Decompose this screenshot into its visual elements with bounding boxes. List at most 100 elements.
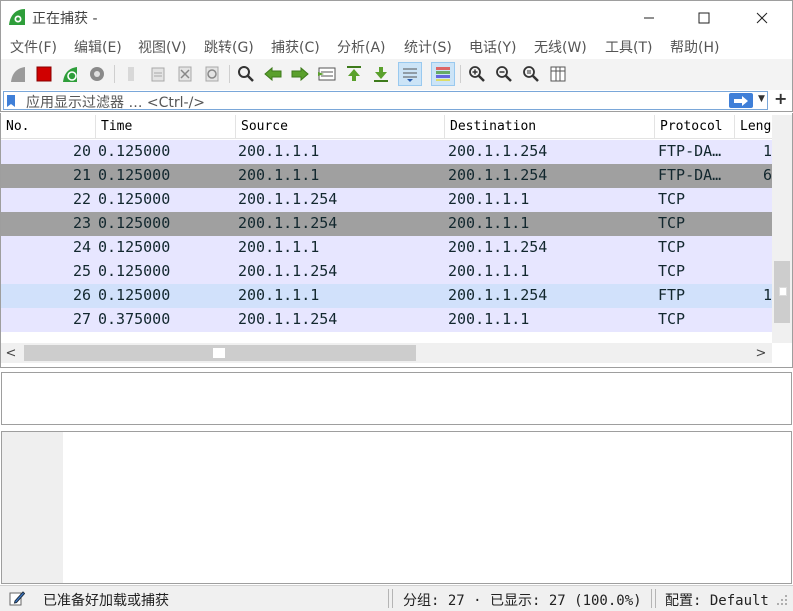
- packet-bytes-pane[interactable]: [1, 431, 792, 584]
- cell-source: 200.1.1.254: [238, 190, 338, 208]
- menu-go[interactable]: 跳转(G): [204, 37, 254, 57]
- go-to-last-button[interactable]: [369, 62, 393, 86]
- zoom-in-button[interactable]: [465, 62, 489, 86]
- cell-time: 0.125000: [98, 166, 171, 184]
- maximize-button[interactable]: [681, 1, 727, 35]
- column-source[interactable]: Source: [236, 115, 445, 139]
- cell-source: 200.1.1.254: [238, 310, 338, 328]
- display-filter-bar: 应用显示过滤器 … <Ctrl-/> ▼ +: [0, 89, 793, 112]
- table-row[interactable]: 22 0.125000 200.1.1.254 200.1.1.1 TCP: [1, 188, 772, 212]
- packet-details-pane[interactable]: [1, 372, 792, 425]
- column-protocol[interactable]: Protocol: [655, 115, 735, 139]
- cell-time: 0.125000: [98, 238, 171, 256]
- title-bar: 正在捕获 -: [0, 0, 793, 34]
- scroll-right-button[interactable]: >: [751, 343, 771, 363]
- minimize-button[interactable]: [626, 1, 672, 35]
- cell-destination: 200.1.1.254: [448, 142, 548, 160]
- add-filter-button[interactable]: +: [774, 89, 787, 108]
- go-back-button[interactable]: [261, 62, 285, 86]
- go-forward-icon: [291, 66, 309, 82]
- go-to-packet-button[interactable]: [315, 62, 339, 86]
- cell-protocol: TCP: [658, 238, 686, 256]
- packet-list-vertical-scrollbar[interactable]: [772, 115, 792, 343]
- bookmark-icon[interactable]: [6, 94, 16, 108]
- table-row[interactable]: 25 0.125000 200.1.1.254 200.1.1.1 TCP: [1, 260, 772, 284]
- auto-scroll-button[interactable]: [398, 62, 422, 86]
- column-no[interactable]: No.: [1, 115, 96, 139]
- cell-protocol: TCP: [658, 262, 686, 280]
- cell-source: 200.1.1.1: [238, 166, 320, 184]
- scroll-grip-icon: [779, 287, 787, 296]
- menu-capture[interactable]: 捕获(C): [271, 37, 320, 57]
- resize-columns-button[interactable]: [546, 62, 570, 86]
- cell-time: 0.125000: [98, 142, 171, 160]
- go-forward-button[interactable]: [288, 62, 312, 86]
- cell-length: 1: [762, 142, 772, 160]
- go-to-last-icon: [374, 67, 388, 82]
- zoom-out-button[interactable]: [492, 62, 516, 86]
- table-row[interactable]: 21 0.125000 200.1.1.1 200.1.1.254 FTP-DA…: [1, 164, 772, 188]
- column-destination[interactable]: Destination: [445, 115, 655, 139]
- go-back-icon: [264, 66, 282, 82]
- reload-file-button[interactable]: [200, 62, 224, 86]
- close-file-button[interactable]: [173, 62, 197, 86]
- resize-columns-icon: [550, 66, 566, 82]
- capture-options-button[interactable]: [85, 62, 109, 86]
- apply-filter-button[interactable]: [729, 93, 753, 108]
- start-capture-button[interactable]: [6, 62, 30, 86]
- save-file-button[interactable]: [146, 62, 170, 86]
- menu-help[interactable]: 帮助(H): [670, 37, 719, 57]
- open-file-button[interactable]: [119, 62, 143, 86]
- menu-wireless[interactable]: 无线(W): [534, 37, 587, 57]
- table-row[interactable]: 23 0.125000 200.1.1.254 200.1.1.1 TCP: [1, 212, 772, 236]
- packet-list-header: No. Time Source Destination Protocol Len…: [1, 115, 772, 139]
- status-profile[interactable]: 配置: Default: [665, 590, 769, 610]
- table-row[interactable]: 20 0.125000 200.1.1.1 200.1.1.254 FTP-DA…: [1, 140, 772, 164]
- horizontal-scroll-thumb[interactable]: [24, 345, 416, 361]
- display-filter-input[interactable]: 应用显示过滤器 … <Ctrl-/> ▼: [3, 91, 768, 111]
- scroll-left-button[interactable]: <: [1, 343, 21, 363]
- stop-capture-icon: [36, 66, 52, 82]
- status-bar: 已准备好加载或捕获 分组: 27 · 已显示: 27 (100.0%) 配置: …: [0, 585, 793, 611]
- close-button[interactable]: [739, 1, 785, 35]
- cell-no: 26: [72, 286, 91, 304]
- cell-source: 200.1.1.254: [238, 214, 338, 232]
- cell-length: 6: [762, 166, 772, 184]
- zoom-out-icon: [496, 66, 512, 82]
- table-row[interactable]: 27 0.375000 200.1.1.254 200.1.1.1 TCP: [1, 308, 772, 332]
- column-length[interactable]: Leng: [735, 115, 772, 139]
- cell-time: 0.125000: [98, 190, 171, 208]
- arrow-right-icon: [734, 95, 748, 106]
- chevron-down-icon[interactable]: ▼: [758, 94, 765, 104]
- menu-tools[interactable]: 工具(T): [605, 37, 652, 57]
- menu-bar: 文件(F) 编辑(E) 视图(V) 跳转(G) 捕获(C) 分析(A) 统计(S…: [0, 34, 793, 59]
- find-packet-button[interactable]: [234, 62, 258, 86]
- menu-statistics[interactable]: 统计(S): [404, 37, 452, 57]
- bytes-offset-gutter: [2, 432, 63, 583]
- cell-source: 200.1.1.1: [238, 286, 320, 304]
- cell-destination: 200.1.1.254: [448, 238, 548, 256]
- menu-file[interactable]: 文件(F): [10, 37, 57, 57]
- cell-destination: 200.1.1.254: [448, 286, 548, 304]
- table-row[interactable]: 24 0.125000 200.1.1.1 200.1.1.254 TCP: [1, 236, 772, 260]
- zoom-normal-button[interactable]: [519, 62, 543, 86]
- restart-capture-button[interactable]: [58, 62, 82, 86]
- go-to-first-button[interactable]: [342, 62, 366, 86]
- edit-comment-icon[interactable]: [9, 590, 25, 606]
- menu-view[interactable]: 视图(V): [138, 37, 187, 57]
- status-packet-count: 分组: 27 · 已显示: 27 (100.0%): [403, 593, 642, 609]
- menu-telephony[interactable]: 电话(Y): [469, 37, 516, 57]
- menu-analyze[interactable]: 分析(A): [337, 37, 386, 57]
- menu-edit[interactable]: 编辑(E): [74, 37, 122, 57]
- column-time[interactable]: Time: [96, 115, 236, 139]
- vertical-scroll-thumb[interactable]: [774, 261, 790, 323]
- colorize-button[interactable]: [431, 62, 455, 86]
- stop-capture-button[interactable]: [32, 62, 56, 86]
- cell-time: 0.125000: [98, 286, 171, 304]
- packet-list-horizontal-scrollbar[interactable]: < >: [1, 343, 772, 363]
- cell-source: 200.1.1.1: [238, 238, 320, 256]
- table-row[interactable]: 26 0.125000 200.1.1.1 200.1.1.254 FTP 1: [1, 284, 772, 308]
- resize-grip-icon[interactable]: [776, 594, 788, 606]
- save-file-icon: [151, 67, 165, 82]
- wireshark-logo-icon: [9, 9, 25, 25]
